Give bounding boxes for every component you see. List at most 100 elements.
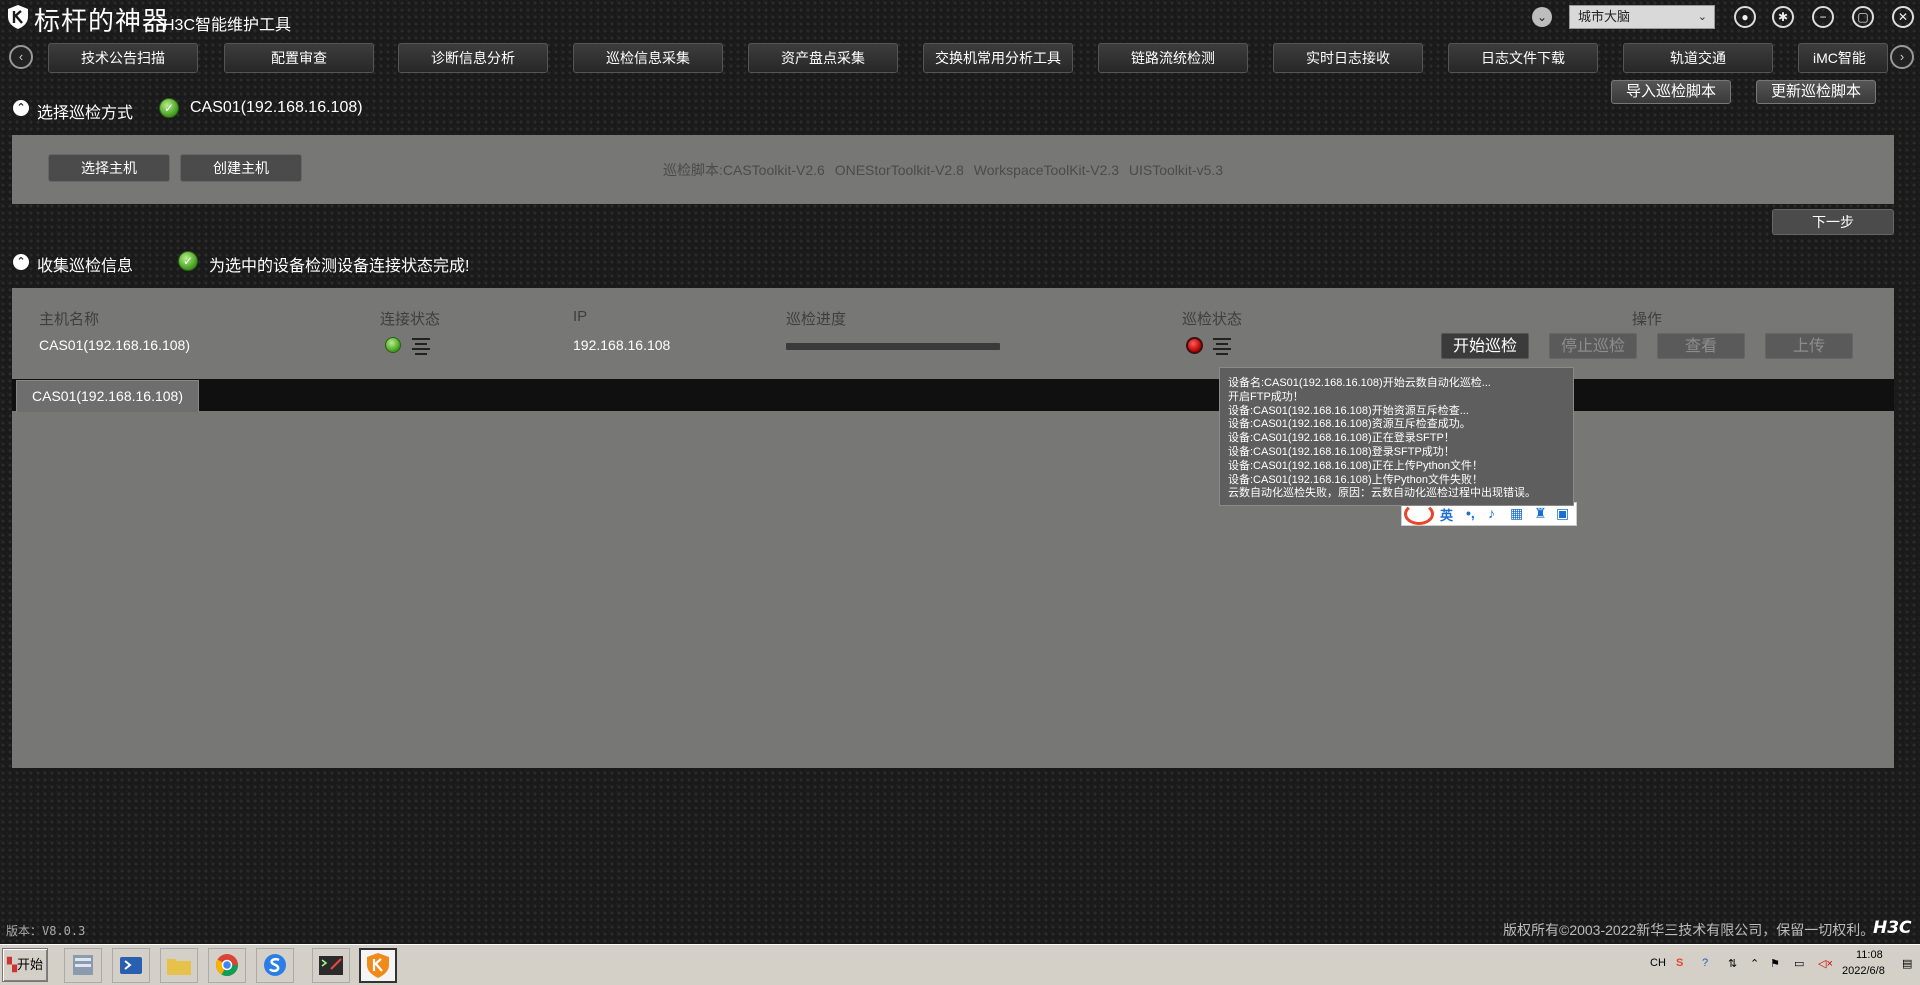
tab-diagnostic-analysis[interactable]: 诊断信息分析	[398, 43, 548, 73]
tab-imc[interactable]: iMC智能	[1798, 43, 1888, 73]
chevron-up-icon[interactable]: ⌃	[1750, 957, 1759, 970]
clock-date[interactable]: 2022/6/8	[1842, 965, 1885, 977]
log-line: 设备:CAS01(192.168.16.108)开始资源互斥检查...	[1228, 404, 1469, 417]
upload-button[interactable]: 上传	[1765, 333, 1853, 359]
user-icon[interactable]: ●	[1734, 6, 1756, 28]
start-inspection-button[interactable]: 开始巡检	[1441, 333, 1529, 359]
minimize-icon[interactable]: −	[1812, 6, 1834, 28]
tab-realtime-log[interactable]: 实时日志接收	[1273, 43, 1423, 73]
nav-bar: ‹ 技术公告扫描 配置审查 诊断信息分析 巡检信息采集 资产盘点采集 交换机常用…	[0, 43, 1920, 73]
inspection-progress-bar	[786, 343, 1000, 350]
powershell-icon[interactable]	[112, 948, 150, 983]
col-header-actions: 操作	[1632, 311, 1663, 328]
close-icon[interactable]: ✕	[1892, 6, 1914, 28]
flag-icon[interactable]: ⚑	[1770, 957, 1780, 970]
inspection-log-tooltip: 设备名:CAS01(192.168.16.108)开始云数自动化巡检... 开启…	[1219, 367, 1574, 506]
connection-ok-icon	[385, 337, 401, 353]
sogou-app-icon[interactable]	[256, 948, 294, 983]
help-icon[interactable]: ?	[1702, 957, 1708, 969]
row-host-name: CAS01(192.168.16.108)	[39, 337, 190, 353]
col-header-ip: IP	[573, 308, 588, 325]
nav-next-icon[interactable]: ›	[1890, 45, 1914, 69]
log-line: 开启FTP成功！	[1228, 390, 1304, 403]
list-detail-icon[interactable]	[1213, 338, 1231, 355]
windows-logo-icon: ▚	[6, 957, 17, 972]
input-lang[interactable]: CH	[1650, 957, 1666, 969]
select-host-button[interactable]: 选择主机	[48, 154, 170, 182]
log-line: 设备:CAS01(192.168.16.108)上传Python文件失败！	[1228, 473, 1483, 486]
status-error-icon[interactable]	[1186, 337, 1203, 354]
list-detail-icon[interactable]	[412, 338, 430, 355]
h3c-brand: H3C	[1873, 918, 1912, 938]
section-title-collect-info: 收集巡检信息	[37, 258, 134, 275]
skin-icon[interactable]: ♜	[1534, 505, 1547, 522]
microphone-icon[interactable]: ♪	[1488, 505, 1495, 521]
taskbar: ▚开始 CH S ? ⇅ ⌃ ⚑ ▭ ◁× 11:08 2022/6/8 ▤	[0, 944, 1920, 985]
show-desktop-icon[interactable]: ▤	[1902, 957, 1912, 970]
punctuation-icon[interactable]: •,	[1466, 505, 1475, 521]
city-select[interactable]: 城市大脑 ⌄	[1569, 5, 1715, 29]
check-ok-icon: ✓	[178, 251, 198, 271]
next-step-button[interactable]: 下一步	[1772, 209, 1894, 235]
update-script-button[interactable]: 更新巡检脚本	[1756, 80, 1876, 104]
tab-log-download[interactable]: 日志文件下载	[1448, 43, 1598, 73]
create-host-button[interactable]: 创建主机	[180, 154, 302, 182]
keyboard-icon[interactable]: ▦	[1510, 505, 1523, 522]
maximize-icon[interactable]: ▢	[1852, 6, 1874, 28]
folder-icon[interactable]	[160, 948, 198, 983]
inspection-panel	[12, 288, 1894, 768]
section-title-select-method: 选择巡检方式	[37, 105, 134, 122]
tab-tech-bulletin[interactable]: 技术公告扫描	[48, 43, 198, 73]
stop-inspection-button[interactable]: 停止巡检	[1549, 333, 1637, 359]
clock-time[interactable]: 11:08	[1856, 949, 1883, 961]
title-bar: 标杆的神器 H3C智能维护工具 ⌄ 城市大脑 ⌄ ● ✱ − ▢ ✕	[0, 0, 1920, 37]
copyright-text: 版权所有©2003-2022新华三技术有限公司，保留一切权利。	[1503, 922, 1875, 938]
version-label: 版本：V8.0.3	[6, 924, 86, 938]
volume-muted-icon[interactable]: ◁×	[1818, 957, 1833, 970]
device-tab[interactable]: CAS01(192.168.16.108)	[16, 380, 199, 412]
tab-asset-inventory[interactable]: 资产盘点采集	[748, 43, 898, 73]
app-title: 标杆的神器	[34, 7, 170, 37]
selected-host-label: CAS01(192.168.16.108)	[190, 99, 363, 116]
view-button[interactable]: 查看	[1657, 333, 1745, 359]
col-header-connection: 连接状态	[380, 311, 441, 328]
sogou-tray-icon[interactable]: S	[1676, 957, 1683, 969]
terminal-icon[interactable]	[312, 948, 350, 983]
import-script-button[interactable]: 导入巡检脚本	[1611, 80, 1731, 104]
start-label: 开始	[16, 957, 43, 972]
tab-config-review[interactable]: 配置审查	[224, 43, 374, 73]
check-ok-icon: ✓	[159, 98, 179, 118]
apps-icon[interactable]: ▣	[1556, 505, 1569, 522]
start-button[interactable]: ▚开始	[2, 948, 48, 982]
tab-rail-transit[interactable]: 轨道交通	[1623, 43, 1773, 73]
chevron-down-icon: ⌄	[1697, 11, 1707, 23]
log-line: 设备:CAS01(192.168.16.108)登录SFTP成功！	[1228, 445, 1455, 458]
col-header-host: 主机名称	[39, 311, 100, 328]
gear-icon[interactable]: ✱	[1772, 6, 1794, 28]
city-select-value: 城市大脑	[1578, 9, 1631, 24]
log-line: 设备:CAS01(192.168.16.108)正在登录SFTP！	[1228, 432, 1455, 445]
server-manager-icon[interactable]	[64, 948, 102, 983]
connection-check-status: 为选中的设备检测设备连接状态完成!	[209, 258, 470, 275]
collapse-icon[interactable]: ⌃	[13, 254, 29, 270]
log-line: 设备:CAS01(192.168.16.108)正在上传Python文件！	[1228, 459, 1483, 472]
device-tab-strip	[12, 379, 1894, 411]
row-ip: 192.168.16.108	[573, 337, 671, 353]
chevron-down-icon[interactable]: ⌄	[1532, 7, 1552, 27]
script-versions-text: 巡检脚本:CASToolkit-V2.6 ONEStorToolkit-V2.8…	[663, 162, 1224, 178]
chrome-icon[interactable]	[208, 948, 246, 983]
settings-tray-icon[interactable]: ⇅	[1728, 957, 1737, 970]
tab-inspection-collect[interactable]: 巡检信息采集	[573, 43, 723, 73]
log-line: 设备名:CAS01(192.168.16.108)开始云数自动化巡检...	[1228, 377, 1491, 389]
ime-lang[interactable]: 英	[1440, 505, 1453, 524]
log-line: 云数自动化巡检失败，原因：云数自动化巡检过程中出现错误。	[1228, 487, 1536, 500]
col-header-inspect-status: 巡检状态	[1182, 311, 1243, 328]
network-icon[interactable]: ▭	[1794, 957, 1804, 970]
collapse-icon[interactable]: ⌃	[13, 100, 29, 116]
tab-switch-tools[interactable]: 交换机常用分析工具	[923, 43, 1073, 73]
tab-link-flow-check[interactable]: 链路流统检测	[1098, 43, 1248, 73]
nav-prev-icon[interactable]: ‹	[9, 45, 33, 69]
app-logo-icon	[8, 5, 28, 29]
h3c-tool-icon[interactable]	[359, 948, 397, 983]
sogou-icon[interactable]	[1404, 503, 1434, 525]
